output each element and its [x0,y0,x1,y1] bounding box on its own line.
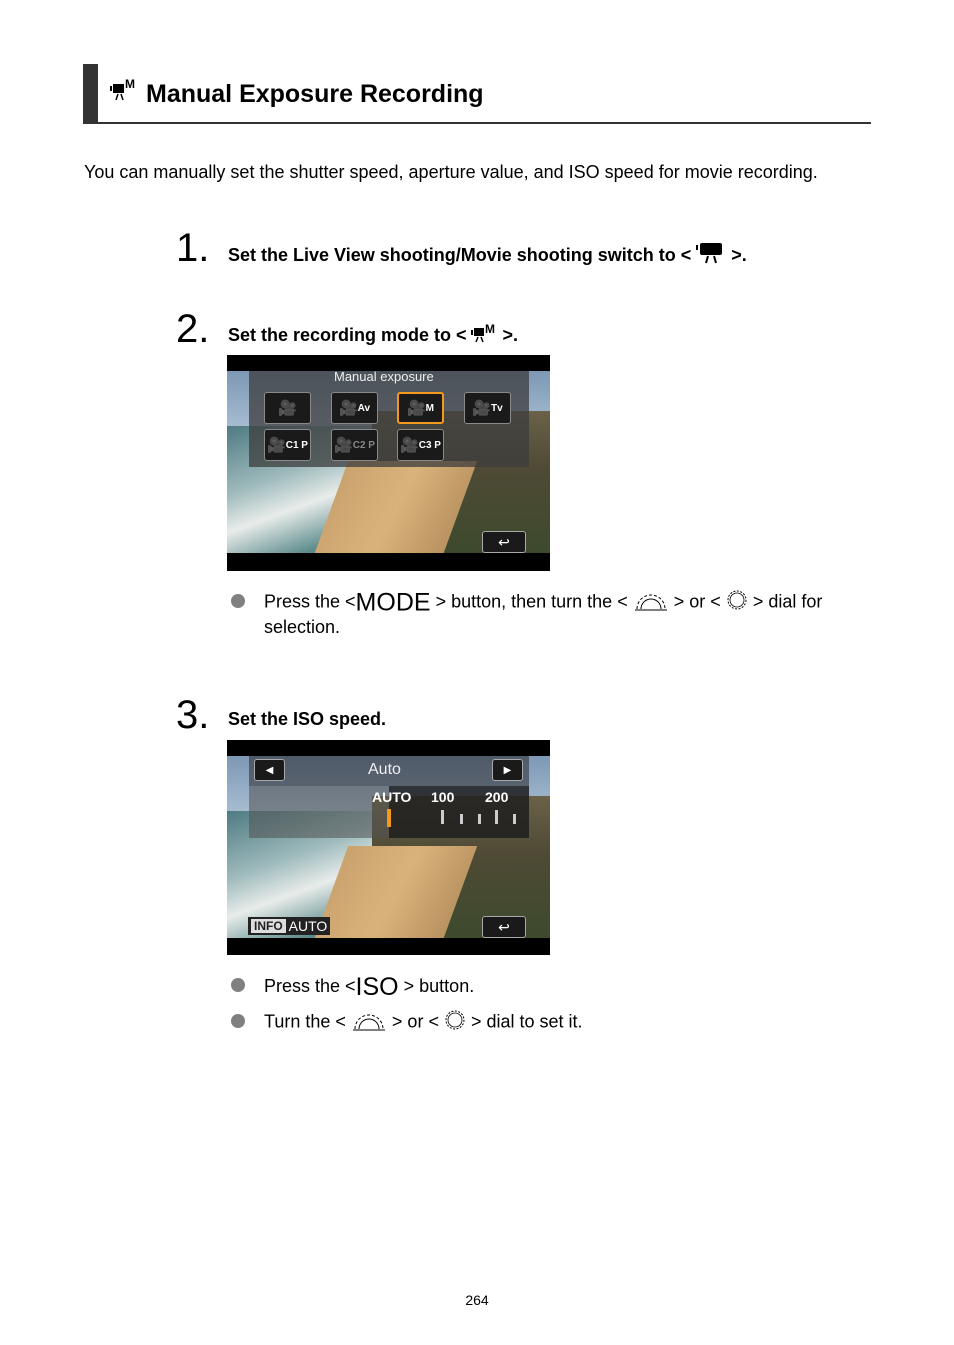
iso-tick [495,810,498,824]
main-dial-icon [633,589,669,616]
arrow-left-icon: ◀ [265,764,274,776]
scale-label-100: 100 [431,789,455,805]
recording-mode-screen: Manual exposure 🎥 🎥 Av 🎥 M 🎥 Tv 🎥 C1 P 🎥 C2 P… [227,355,550,571]
title-underline [83,122,871,124]
movie-camera-icon: 🎥 [278,400,297,417]
movie-camera-icon: 🎥 [406,400,426,417]
step-3-text: Set the ISO speed. [228,709,387,729]
step-3-bullet-2: Turn the < > or < > dial to set it. [231,1009,583,1036]
mode-button-av[interactable]: 🎥 Av [331,392,378,424]
section-title: M Manual Exposure Recording [110,77,484,109]
iso-tick [478,814,481,824]
step-2-text-after: >. [502,325,519,345]
mode-button-icon: MODE [355,588,431,617]
movie-camera-icon: 🎥 [334,437,353,454]
back-button[interactable]: ↩ [482,531,526,553]
mode-label: Tv [491,402,503,414]
bullet-text: Press the < [264,591,356,612]
back-button[interactable]: ↩ [482,916,526,938]
prev-button[interactable]: ◀ [254,759,285,781]
mode-button-tv[interactable]: 🎥 Tv [464,392,511,424]
next-button[interactable]: ▶ [492,759,523,781]
mode-label: C2 P [352,439,375,451]
movie-camera-icon: 🎥 [267,437,286,454]
movie-camera-icon: 🎥 [400,437,419,454]
return-icon: ↩ [498,918,510,935]
iso-tick [460,814,463,824]
mode-button-m[interactable]: 🎥 M [397,392,444,424]
arrow-right-icon: ▶ [503,764,512,776]
step-1-number: 1. [176,226,210,270]
title-accent-bar [83,64,98,124]
svg-text:M: M [485,322,495,336]
step-1-text-before: Set the Live View shooting/Movie shootin… [228,245,692,265]
info-auto-badge[interactable]: INFO AUTO [248,917,331,935]
bullet-text: > button. [403,976,475,996]
mode-label: C3 P [418,439,441,451]
bullet-text: Press the < [264,976,356,996]
movie-camera-icon [696,242,726,269]
bullet-text: > dial to set it. [470,1011,583,1032]
bullet-text: selection. [264,617,341,637]
screen-title: Manual exposure [334,369,434,384]
mode-label: M [425,402,435,414]
scale-label-200: 200 [485,789,509,805]
return-icon: ↩ [498,533,510,550]
movie-camera-icon: 🎥 [472,400,491,417]
step-2-number: 2. [176,307,210,351]
step-3-number: 3. [176,693,210,737]
step-1-text: Set the Live View shooting/Movie shootin… [228,242,747,269]
intro-paragraph: You can manually set the shutter speed, … [84,162,818,182]
bullet-text: > button, then turn the < [435,591,628,612]
movie-manual-icon: M [110,77,140,109]
bullet-text: Turn the < [264,1011,346,1032]
quick-control-dial-icon [726,589,748,616]
iso-selected-marker[interactable] [387,809,391,827]
movie-camera-icon: 🎥 [338,400,358,417]
scale-label-auto: AUTO [372,789,412,805]
iso-tick [441,810,444,824]
main-dial-icon [351,1009,387,1036]
step-2-text-before: Set the recording mode to < [228,325,467,345]
mode-button-c2[interactable]: 🎥 C2 P [331,429,378,461]
iso-button-icon: ISO [355,973,399,1001]
iso-speed-screen: ◀ ▶ Auto AUTO 100 200 INFO AUTO ↩ [227,740,550,955]
bullet-text: > or < [391,1011,439,1032]
mode-label: C1 P [285,439,308,451]
section-title-text: Manual Exposure Recording [146,80,484,108]
svg-text:M: M [125,78,135,91]
bullet-text: > or < [673,591,721,612]
bullet-dot [231,1014,245,1028]
mode-button-c3[interactable]: 🎥 C3 P [397,429,444,461]
movie-manual-icon: M [470,322,499,349]
step-2-text: Set the recording mode to < M >. [228,322,518,349]
mode-button-auto[interactable]: 🎥 [264,392,311,424]
bullet-dot [231,978,245,992]
iso-tick [513,814,516,824]
mode-button-c1[interactable]: 🎥 C1 P [264,429,311,461]
quick-control-dial-icon [444,1009,466,1036]
bullet-text: > dial for [752,591,823,612]
step-2-bullet: Press the <MODE > button, then turn the … [231,589,861,638]
step-3-bullet-1: Press the <ISO > button. [231,973,474,1002]
bullet-dot [231,594,245,608]
info-value: AUTO [288,918,328,934]
iso-current-value: Auto [368,761,401,778]
page-number: 264 [465,1292,489,1308]
mode-label: Av [357,402,371,414]
info-button-label: INFO [251,919,286,933]
step-1-text-after: >. [731,245,747,265]
